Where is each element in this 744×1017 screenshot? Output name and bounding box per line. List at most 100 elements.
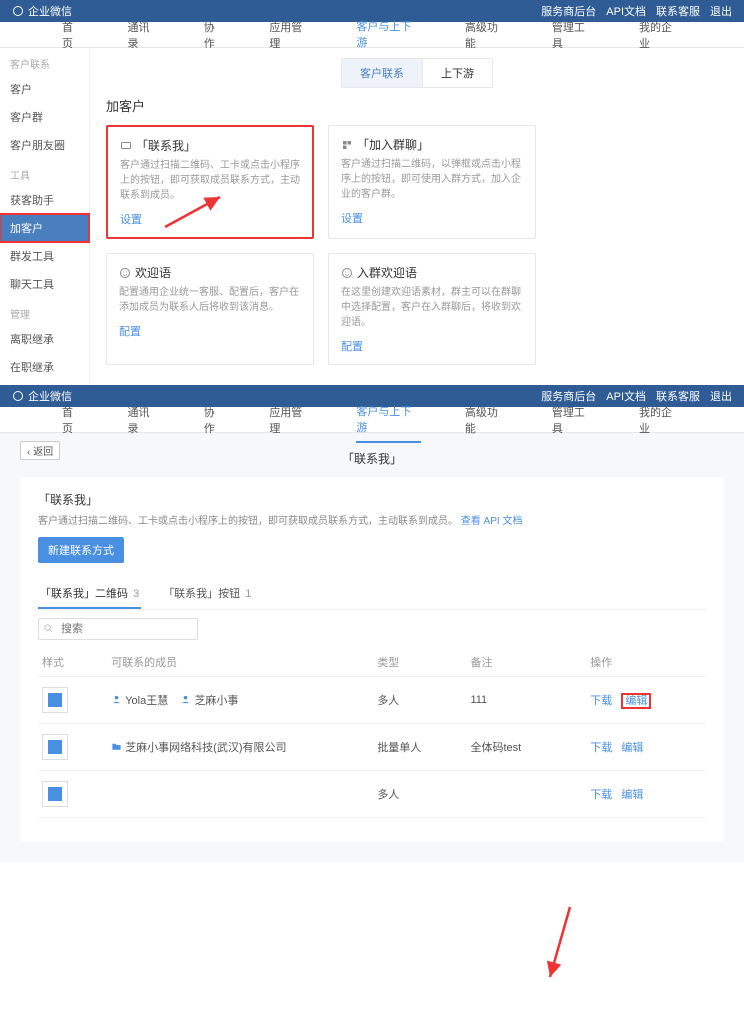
qrcode-icon [42, 687, 68, 713]
smile-icon [119, 267, 131, 279]
sidebar-item-customer[interactable]: 客户 [0, 75, 89, 103]
new-contact-button[interactable]: 新建联系方式 [38, 537, 124, 563]
card-action-link[interactable]: 配置 [119, 326, 141, 338]
member-chip: Yola王慧 [111, 692, 168, 708]
card-welcome: 欢迎语 配置通用企业统一客服、配置后，客户在添加成员为联系人后将收到该消息。 配… [106, 253, 314, 365]
card-desc: 在这里创建欢迎语素材，群主可以在群聊中选择配置，客户在入群聊后，将收到欢迎语。 [341, 285, 523, 330]
contact-table: 样式 可联系的成员 类型 备注 操作 Yola王慧 芝麻小事 [38, 648, 706, 818]
edit-link[interactable]: 编辑 [621, 789, 643, 801]
chat-icon [12, 390, 24, 402]
inner-panel: 「联系我」 客户通过扫描二维码、工卡或点击小程序上的按钮，即可获取成员联系方式，… [20, 477, 724, 842]
table-row: 芝麻小事网络科技(武汉)有限公司 批量单人 全体码test 下载 编辑 [38, 724, 706, 771]
dept-name: 芝麻小事网络科技(武汉)有限公司 [125, 739, 286, 755]
card-action-link[interactable]: 配置 [341, 341, 363, 353]
download-link[interactable]: 下载 [590, 742, 612, 754]
card-title-text: 「加入群聊」 [357, 136, 429, 153]
smile-icon [341, 267, 353, 279]
tab-label: 「联系我」按钮 [163, 588, 240, 600]
screenshot-2: 企业微信 服务商后台 API文档 联系客服 退出 首页 通讯录 协作 应用管理 … [0, 385, 744, 862]
nav-home[interactable]: 首页 [62, 398, 84, 442]
card-contact-me: 「联系我」 客户通过扫描二维码、工卡或点击小程序上的按钮，即可获取成员联系方式，… [106, 125, 314, 239]
user-icon [111, 694, 122, 705]
desc-text: 客户通过扫描二维码、工卡或点击小程序上的按钮，即可获取成员联系方式，主动联系到成… [38, 516, 458, 527]
folder-icon [111, 741, 122, 752]
card-desc: 客户通过扫描二维码，以弹框或点击小程序上的按钮，即可使用入群方式，加入企业的客户… [341, 157, 523, 202]
nav-contacts[interactable]: 通讯录 [128, 398, 160, 442]
subtabs: 客户联系 上下游 [106, 58, 728, 88]
edit-link[interactable]: 编辑 [621, 693, 651, 709]
group-icon [341, 139, 353, 151]
sidebar-item-add-customer[interactable]: 加客户 [0, 214, 89, 242]
main-content: 客户联系 上下游 加客户 「联系我」 客户通过扫描二维码、工卡或点击小程序上的按… [90, 48, 744, 385]
card-action-link[interactable]: 设置 [120, 214, 142, 226]
sidebar-item-leave[interactable]: 离职继承 [0, 325, 89, 353]
member-name: 芝麻小事 [194, 692, 238, 708]
cell-type: 多人 [373, 677, 466, 724]
cell-remark [466, 771, 586, 818]
sidebar-item-chattool[interactable]: 聊天工具 [0, 270, 89, 298]
sidebar-group-title: 管理 [0, 298, 89, 325]
page-subtitle: 「联系我」 [38, 491, 706, 508]
chat-icon [12, 5, 24, 17]
card-join-group: 「加入群聊」 客户通过扫描二维码，以弹框或点击小程序上的按钮，即可使用入群方式，… [328, 125, 536, 239]
tab-qrcode[interactable]: 「联系我」二维码 3 [38, 579, 141, 609]
th-type: 类型 [373, 648, 466, 677]
sidebar-item-onjob[interactable]: 在职继承 [0, 353, 89, 381]
card-title-text: 「联系我」 [136, 137, 196, 154]
cell-remark: 全体码test [466, 724, 586, 771]
dept-chip: 芝麻小事网络科技(武汉)有限公司 [111, 739, 286, 755]
back-button[interactable]: ‹ 返回 [20, 441, 60, 460]
cell-type: 多人 [373, 771, 466, 818]
list-tabs: 「联系我」二维码 3 「联系我」按钮 1 [38, 579, 706, 610]
tab-count: 1 [245, 588, 251, 600]
nav-myorg[interactable]: 我的企业 [639, 398, 682, 442]
sidebar-item-group[interactable]: 客户群 [0, 103, 89, 131]
qrcode-icon [42, 734, 68, 760]
annotation-arrow-icon [440, 897, 580, 1017]
th-style: 样式 [38, 648, 107, 677]
download-link[interactable]: 下载 [590, 695, 612, 707]
tab-label: 「联系我」二维码 [40, 588, 128, 600]
nav-customers[interactable]: 客户与上下游 [356, 397, 421, 443]
api-doc-link[interactable]: 查看 API 文档 [461, 516, 523, 527]
nav-tools[interactable]: 管理工具 [552, 398, 595, 442]
search-icon [43, 623, 54, 634]
table-row: 多人 下载 编辑 [38, 771, 706, 818]
edit-link[interactable]: 编辑 [621, 742, 643, 754]
nav-collab[interactable]: 协作 [204, 398, 226, 442]
th-members: 可联系的成员 [107, 648, 373, 677]
th-ops: 操作 [586, 648, 706, 677]
chat-bubble-icon [120, 140, 132, 152]
card-title-text: 欢迎语 [135, 264, 171, 281]
sidebar-item-moments[interactable]: 客户朋友圈 [0, 131, 89, 159]
main-nav: 首页 通讯录 协作 应用管理 客户与上下游 高级功能 管理工具 我的企业 [0, 407, 744, 433]
card-group-welcome: 入群欢迎语 在这里创建欢迎语素材，群主可以在群聊中选择配置，客户在入群聊后，将收… [328, 253, 536, 365]
top-link-logout[interactable]: 退出 [710, 388, 732, 404]
sidebar-group-title: 客户联系 [0, 48, 89, 75]
tab-button[interactable]: 「联系我」按钮 1 [161, 579, 253, 609]
screenshot-1: 企业微信 服务商后台 API文档 联系客服 退出 首页 通讯录 协作 应用管理 … [0, 0, 744, 385]
tab-count: 3 [133, 588, 139, 600]
nav-advanced[interactable]: 高级功能 [465, 398, 508, 442]
search-input[interactable] [38, 618, 198, 640]
sidebar-group-title: 工具 [0, 159, 89, 186]
member-chip: 芝麻小事 [180, 692, 238, 708]
table-row: Yola王慧 芝麻小事 多人 111 下载 编辑 [38, 677, 706, 724]
download-link[interactable]: 下载 [590, 789, 612, 801]
sidebar: 客户联系 客户 客户群 客户朋友圈 工具 获客助手 加客户 群发工具 聊天工具 … [0, 48, 90, 385]
back-label: 返回 [33, 447, 53, 458]
nav-apps[interactable]: 应用管理 [269, 398, 312, 442]
subtab-upstream[interactable]: 上下游 [423, 58, 493, 88]
sidebar-item-mass[interactable]: 群发工具 [0, 242, 89, 270]
page-description: 客户通过扫描二维码、工卡或点击小程序上的按钮，即可获取成员联系方式，主动联系到成… [38, 512, 706, 527]
top-link-logout[interactable]: 退出 [710, 3, 732, 19]
card-action-link[interactable]: 设置 [341, 213, 363, 225]
section-title: 加客户 [106, 96, 728, 115]
subtab-customer-contact[interactable]: 客户联系 [341, 58, 423, 88]
sidebar-item-acquire[interactable]: 获客助手 [0, 186, 89, 214]
th-remark: 备注 [466, 648, 586, 677]
card-desc: 客户通过扫描二维码、工卡或点击小程序上的按钮，即可获取成员联系方式，主动联系到成… [120, 158, 300, 203]
main-nav: 首页 通讯录 协作 应用管理 客户与上下游 高级功能 管理工具 我的企业 [0, 22, 744, 48]
page-title: 「联系我」 [20, 450, 724, 467]
cell-type: 批量单人 [373, 724, 466, 771]
